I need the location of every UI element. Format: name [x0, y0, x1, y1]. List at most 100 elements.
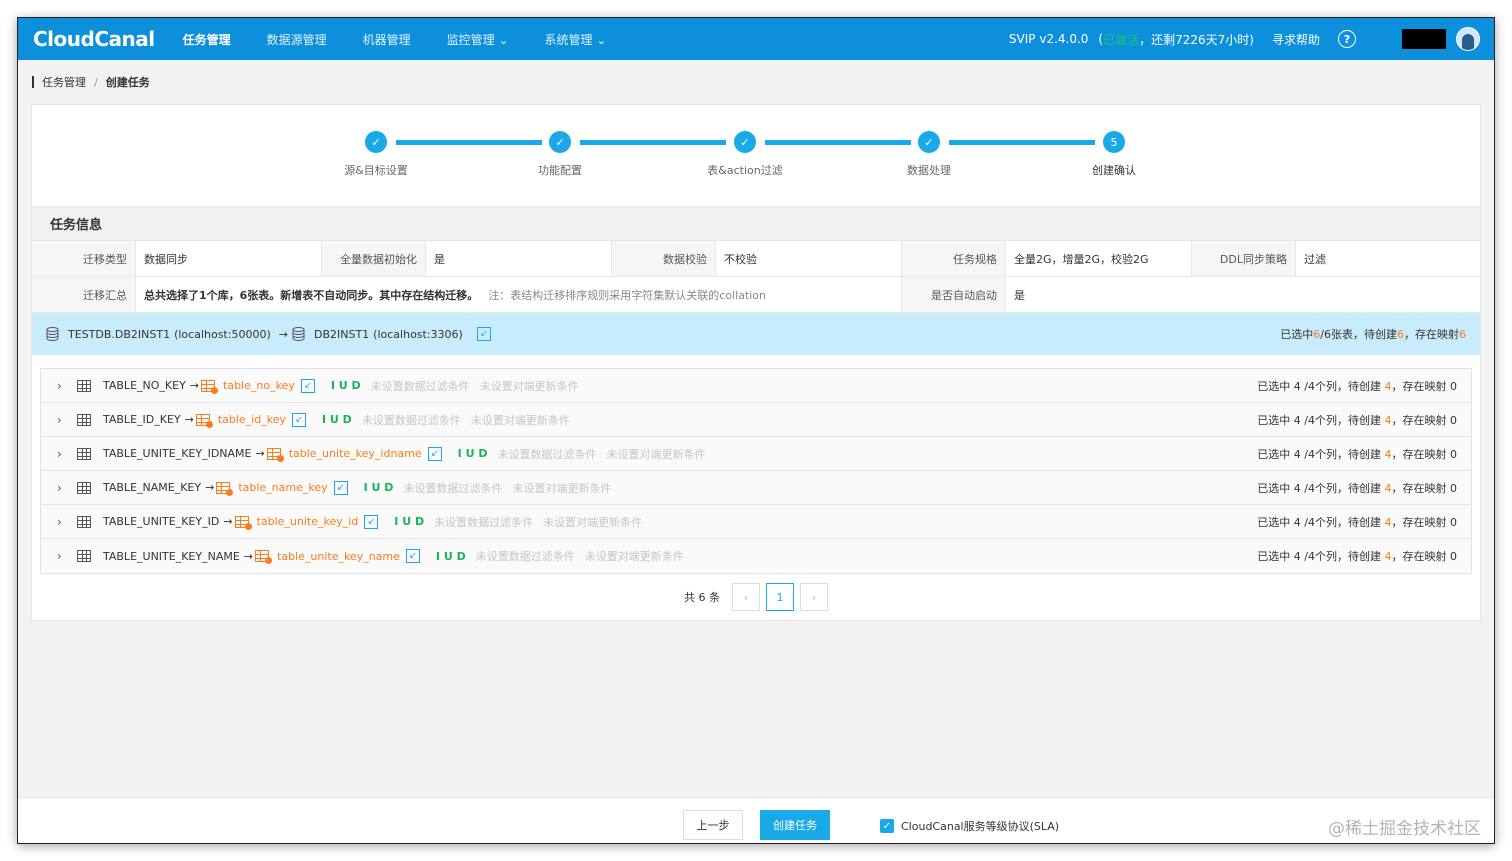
column-summary: 已选中 4 /4个列，待创建 4，存在映射 0	[1257, 480, 1457, 496]
arrow-icon: →	[184, 413, 194, 426]
target-table-name[interactable]: table_no_key	[223, 379, 295, 392]
watermark: @稀土掘金技术社区	[1328, 819, 1481, 839]
update-condition-status[interactable]: 未设置对端更新条件	[585, 548, 684, 564]
breadcrumb-marker	[32, 76, 34, 88]
target-table-name[interactable]: table_unite_key_idname	[289, 447, 422, 460]
data-filter-status[interactable]: 未设置数据过滤条件	[371, 378, 470, 394]
step-table-action-filter: ✓ 表&action过滤	[685, 131, 805, 178]
chevron-right-icon[interactable]: ›	[57, 481, 69, 495]
redacted-username	[1402, 29, 1446, 49]
next-page-button[interactable]: ›	[800, 583, 828, 611]
edit-table-icon[interactable]: ↙	[364, 514, 379, 529]
info-key: 是否自动启动	[902, 277, 1006, 312]
nav-item-machines[interactable]: 机器管理	[363, 31, 411, 48]
table-icon	[77, 379, 91, 392]
data-filter-status[interactable]: 未设置数据过滤条件	[362, 412, 461, 428]
summary-text: 已选中 4 /4个列，待创建	[1257, 550, 1385, 563]
nav-item-tasks[interactable]: 任务管理	[183, 31, 231, 48]
nav-item-system[interactable]: 系统管理 ⌄	[545, 31, 607, 48]
edit-table-icon[interactable]: ↙	[333, 480, 348, 495]
edit-table-icon[interactable]: ↙	[300, 378, 315, 393]
table-row[interactable]: › TABLE_UNITE_KEY_NAME → table_unite_key…	[41, 539, 1471, 573]
content-card: ✓ 源&目标设置 ✓ 功能配置 ✓ 表&action过滤 ✓ 数据处理 5 创建…	[31, 104, 1481, 621]
new-table-icon	[266, 447, 284, 462]
source-table-name: TABLE_NAME_KEY	[103, 481, 202, 494]
data-filter-status[interactable]: 未设置数据过滤条件	[497, 446, 596, 462]
new-table-icon	[234, 515, 252, 530]
create-task-button[interactable]: 创建任务	[760, 810, 830, 840]
summary-text: /6张表，待创建	[1320, 328, 1397, 341]
breadcrumb-parent[interactable]: 任务管理	[42, 74, 86, 90]
app-window: CloudCanal 任务管理 数据源管理 机器管理 监控管理 ⌄ 系统管理 ⌄…	[17, 17, 1495, 844]
update-condition-status[interactable]: 未设置对端更新条件	[471, 412, 570, 428]
footer-bar: 上一步 创建任务 ✓ CloudCanal服务等级协议(SLA) @稀土掘金技术…	[18, 797, 1494, 843]
source-table-name: TABLE_UNITE_KEY_IDNAME	[103, 447, 252, 460]
db-mapping-bar: TESTDB.DB2INST1 (localhost:50000) → DB2I…	[32, 313, 1480, 355]
table-row[interactable]: › TABLE_NAME_KEY → table_name_key ↙ I U …	[41, 471, 1471, 505]
step-label: 源&目标设置	[344, 164, 408, 177]
info-value-summary: 总共选择了1个库，6张表。新增表不自动同步。其中存在结构迁移。 注：表结构迁移排…	[136, 277, 902, 312]
pagination: 共 6 条 ‹ 1 ›	[684, 583, 834, 611]
chevron-right-icon[interactable]: ›	[57, 515, 69, 529]
chevron-right-icon[interactable]: ›	[57, 549, 69, 563]
dml-ops[interactable]: I U D	[364, 481, 394, 494]
nav-item-monitor[interactable]: 监控管理 ⌄	[447, 31, 509, 48]
target-db-name: DB2INST1	[313, 327, 370, 341]
info-key: 迁移类型	[32, 241, 136, 276]
data-filter-status[interactable]: 未设置数据过滤条件	[476, 548, 575, 564]
data-filter-status[interactable]: 未设置数据过滤条件	[434, 514, 533, 530]
target-table-name[interactable]: table_name_key	[238, 481, 327, 494]
update-condition-status[interactable]: 未设置对端更新条件	[606, 446, 705, 462]
help-link[interactable]: 寻求帮助	[1272, 31, 1320, 48]
page-1-button[interactable]: 1	[766, 583, 794, 611]
logo: CloudCanal	[33, 27, 155, 51]
avatar[interactable]	[1456, 27, 1480, 51]
edit-table-icon[interactable]: ↙	[292, 412, 306, 427]
update-condition-status[interactable]: 未设置对端更新条件	[480, 378, 579, 394]
prev-step-button[interactable]: 上一步	[683, 810, 743, 840]
sla-checkbox[interactable]: ✓	[880, 819, 894, 833]
chevron-right-icon[interactable]: ›	[57, 379, 69, 393]
question-icon[interactable]: ?	[1338, 30, 1356, 48]
to-create-count: 4	[1384, 447, 1392, 461]
arrow-icon: →	[255, 447, 265, 460]
chevron-right-icon[interactable]: ›	[57, 447, 69, 461]
database-icon	[46, 327, 59, 341]
dml-ops[interactable]: I U D	[458, 447, 488, 460]
target-table-name[interactable]: table_unite_key_name	[277, 550, 400, 563]
table-list: › TABLE_NO_KEY → table_no_key ↙ I U D 未设…	[40, 368, 1472, 574]
step-check-icon: ✓	[549, 131, 571, 153]
sla-agreement: ✓ CloudCanal服务等级协议(SLA)	[880, 818, 1059, 834]
summary-text: 已选中 4 /4个列，待创建	[1257, 515, 1385, 529]
step-check-icon: ✓	[365, 131, 387, 153]
column-summary: 已选中 4 /4个列，待创建 4，存在映射 0	[1257, 548, 1457, 564]
summary-text: 已选中 4 /4个列，待创建	[1257, 379, 1385, 393]
nav-item-datasources[interactable]: 数据源管理	[267, 31, 327, 48]
license-remaining: ，还剩7226天7小时)	[1139, 32, 1254, 47]
database-icon	[292, 327, 305, 341]
table-row[interactable]: › TABLE_UNITE_KEY_IDNAME → table_unite_k…	[41, 437, 1471, 471]
to-create-count: 4	[1384, 550, 1392, 563]
table-row[interactable]: › TABLE_NO_KEY → table_no_key ↙ I U D 未设…	[41, 369, 1471, 403]
dml-ops[interactable]: I U D	[322, 413, 352, 426]
data-filter-status[interactable]: 未设置数据过滤条件	[403, 480, 502, 496]
chevron-right-icon[interactable]: ›	[57, 413, 69, 427]
info-key: 任务规格	[902, 241, 1006, 276]
to-create-count: 4	[1384, 481, 1392, 495]
prev-page-button[interactable]: ‹	[732, 583, 760, 611]
dml-ops[interactable]: I U D	[394, 515, 424, 528]
edit-table-icon[interactable]: ↙	[405, 549, 420, 563]
target-table-name[interactable]: table_unite_key_id	[257, 515, 359, 528]
summary-text: 已选中 4 /4个列，待创建	[1257, 413, 1385, 427]
edit-mapping-icon[interactable]: ↙	[476, 327, 491, 341]
update-condition-status[interactable]: 未设置对端更新条件	[543, 514, 642, 530]
edit-table-icon[interactable]: ↙	[427, 446, 442, 461]
dml-ops[interactable]: I U D	[331, 379, 361, 392]
target-table-name[interactable]: table_id_key	[218, 413, 286, 426]
sla-label[interactable]: CloudCanal服务等级协议(SLA)	[901, 818, 1059, 834]
summary-text: ，存在映射 0	[1391, 379, 1458, 393]
table-row[interactable]: › TABLE_ID_KEY → table_id_key ↙ I U D 未设…	[41, 403, 1471, 437]
table-row[interactable]: › TABLE_UNITE_KEY_ID → table_unite_key_i…	[41, 505, 1471, 539]
update-condition-status[interactable]: 未设置对端更新条件	[512, 480, 611, 496]
dml-ops[interactable]: I U D	[436, 550, 466, 563]
